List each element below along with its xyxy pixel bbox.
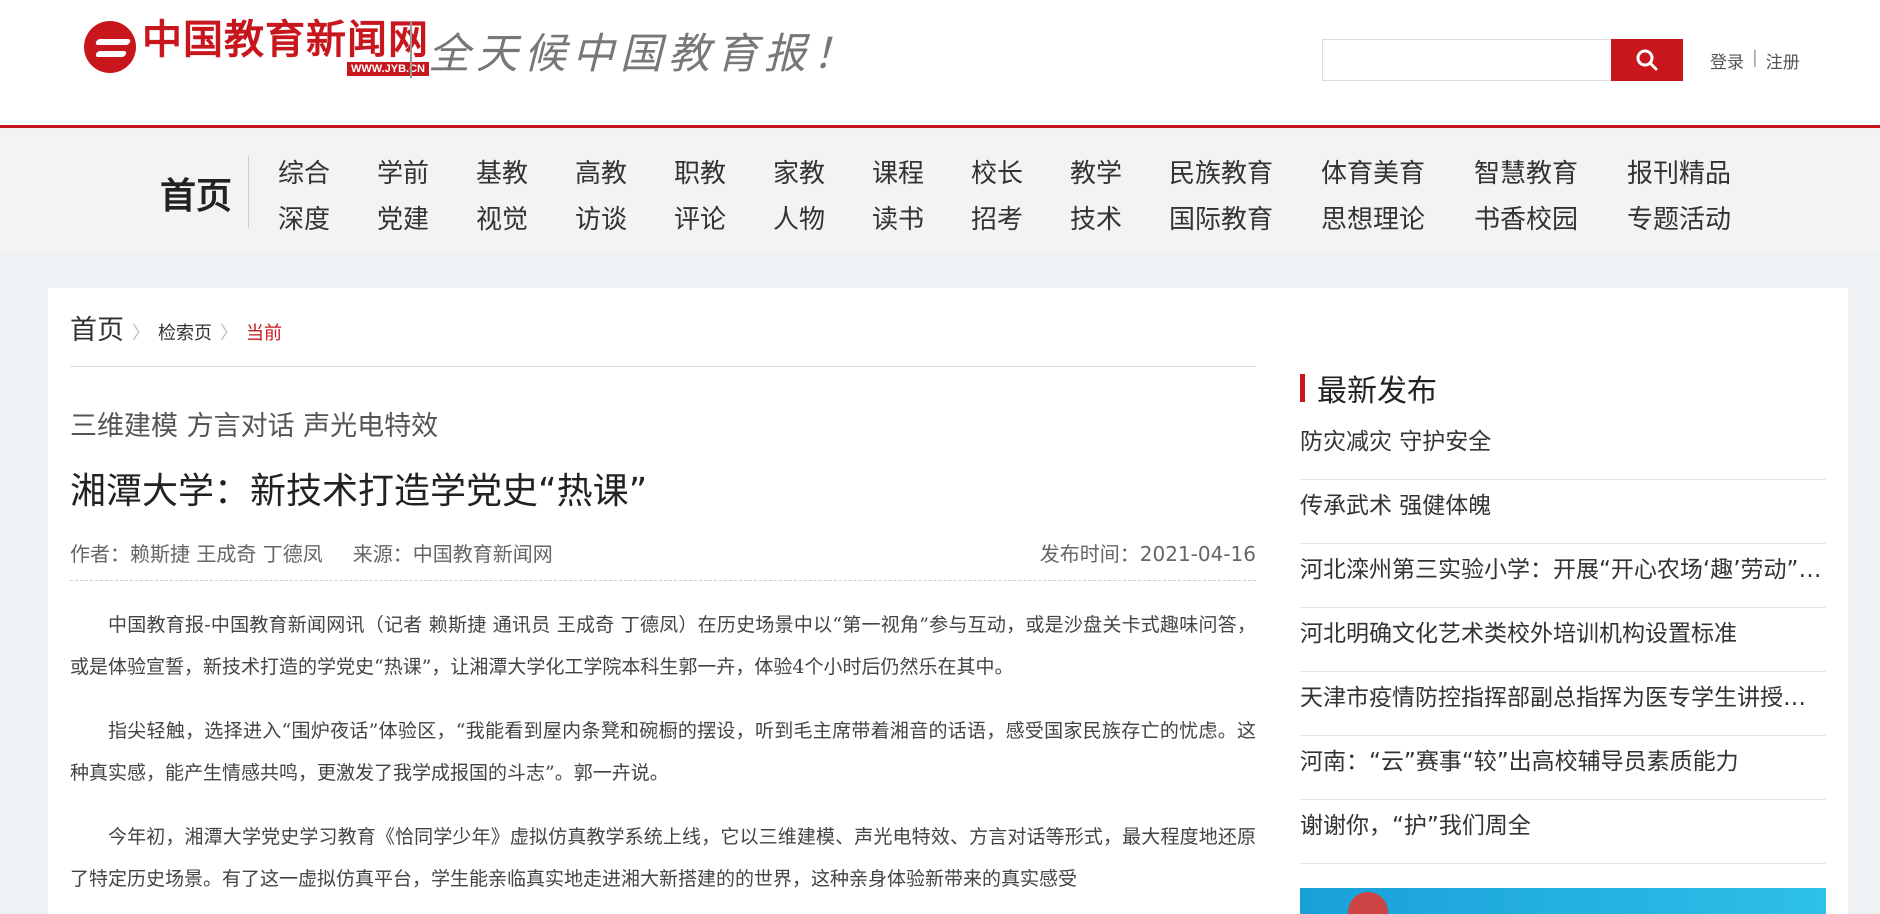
logo-url: WWW.JYB.CN — [347, 62, 429, 76]
nav-link-zonghe[interactable]: 综合 — [278, 151, 377, 197]
nav-link-guoji[interactable]: 国际教育 — [1169, 197, 1321, 243]
nav-link-shendu[interactable]: 深度 — [278, 197, 377, 243]
list-item[interactable]: 传承武术 强健体魄 — [1300, 480, 1826, 544]
nav-link-jishu[interactable]: 技术 — [1070, 197, 1169, 243]
article-meta: 作者：赖斯捷 王成奇 丁德凤 来源：中国教育新闻网 — [70, 538, 553, 567]
breadcrumb-current: 当前 — [246, 323, 282, 344]
article-title: 湘潭大学：新技术打造学党史“热课” — [70, 471, 648, 512]
nav-link-dangjian[interactable]: 党建 — [377, 197, 476, 243]
nav-link-xueqian[interactable]: 学前 — [377, 151, 476, 197]
list-item[interactable]: 防灾减灾 守护安全 — [1300, 416, 1826, 480]
nav-link-tiyu[interactable]: 体育美育 — [1321, 151, 1474, 197]
nav-link-zhijiao[interactable]: 职教 — [674, 151, 773, 197]
logo-mark-icon — [84, 21, 136, 73]
logo-text: 中国教育新闻网 WWW.JYB.CN — [142, 18, 429, 76]
nav-link-zhuanti[interactable]: 专题活动 — [1627, 197, 1757, 243]
search-box — [1322, 39, 1683, 81]
article-body: 中国教育报-中国教育新闻网讯（记者 赖斯捷 通讯员 王成奇 丁德凤）在历史场景中… — [70, 604, 1256, 914]
breadcrumb: 首页 〉 检索页 〉 当前 — [70, 308, 282, 347]
sidebar-image[interactable] — [1300, 888, 1826, 914]
nav-link-jiaoxue[interactable]: 教学 — [1070, 151, 1169, 197]
nav-link-jiajiao[interactable]: 家教 — [773, 151, 872, 197]
article-paragraph: 中国教育报-中国教育新闻网讯（记者 赖斯捷 通讯员 王成奇 丁德凤）在历史场景中… — [70, 614, 1256, 678]
nav-link-baokan[interactable]: 报刊精品 — [1627, 151, 1757, 197]
sidebar-accent-bar — [1300, 374, 1305, 402]
header-slogan: 全天候中国教育报！ — [428, 29, 861, 78]
article-subtitle: 三维建模 方言对话 声光电特效 — [70, 411, 439, 442]
nav-link-renwu[interactable]: 人物 — [773, 197, 872, 243]
list-item[interactable]: 河南：“云”赛事“较”出高校辅导员素质能力 — [1300, 736, 1826, 800]
list-item[interactable]: 河北明确文化艺术类校外培训机构设置标准 — [1300, 608, 1826, 672]
article-paragraph: 今年初，湘潭大学党史学习教育《恰同学少年》虚拟仿真教学系统上线，它以三维建模、声… — [70, 826, 1256, 890]
meta-divider — [70, 580, 1256, 581]
login-link[interactable]: 登录 — [1710, 48, 1744, 73]
nav-link-sixiang[interactable]: 思想理论 — [1321, 197, 1474, 243]
nav-link-zhaokao[interactable]: 招考 — [971, 197, 1070, 243]
nav-link-minzu[interactable]: 民族教育 — [1169, 151, 1321, 197]
register-link[interactable]: 注册 — [1766, 48, 1800, 73]
nav-link-pinglun[interactable]: 评论 — [674, 197, 773, 243]
breadcrumb-chevron-icon: 〉 — [220, 323, 238, 344]
search-icon — [1636, 49, 1658, 71]
nav-link-kecheng[interactable]: 课程 — [872, 151, 971, 197]
nav-link-gaojiao[interactable]: 高教 — [575, 151, 674, 197]
nav-link-zhihui[interactable]: 智慧教育 — [1474, 151, 1627, 197]
nav-link-jijiao[interactable]: 基教 — [476, 151, 575, 197]
search-input[interactable] — [1322, 39, 1611, 81]
list-item[interactable]: 谢谢你，“护”我们周全 — [1300, 800, 1826, 864]
nav-home-link[interactable]: 首页 — [160, 167, 232, 219]
site-header: 中国教育新闻网 WWW.JYB.CN 全天候中国教育报！ 登录 | 注册 — [0, 0, 1880, 128]
main-nav: 首页 综合 学前 基教 高教 职教 家教 课程 校长 教学 民族教育 体育美育 … — [0, 131, 1880, 252]
search-button[interactable] — [1611, 39, 1683, 81]
article-paragraph: 指尖轻触，选择进入“围炉夜话”体验区，“我能看到屋内条凳和碗橱的摆设，听到毛主席… — [70, 720, 1256, 784]
nav-link-shijue[interactable]: 视觉 — [476, 197, 575, 243]
sidebar-title: 最新发布 — [1317, 374, 1437, 409]
article-pubtime: 发布时间：2021-04-16 — [1039, 542, 1256, 566]
latest-news-list: 防灾减灾 守护安全 传承武术 强健体魄 河北滦州第三实验小学：开展“开心农场‘趣… — [1300, 416, 1826, 864]
nav-link-xiaozhang[interactable]: 校长 — [971, 151, 1070, 197]
nav-link-fangtan[interactable]: 访谈 — [575, 197, 674, 243]
breadcrumb-divider — [70, 366, 1256, 367]
sidebar-header: 最新发布 — [1300, 366, 1437, 410]
article-author: 作者：赖斯捷 王成奇 丁德凤 — [70, 542, 323, 566]
nav-divider — [248, 156, 249, 228]
breadcrumb-home[interactable]: 首页 — [70, 308, 124, 347]
auth-links: 登录 | 注册 — [1710, 48, 1800, 73]
nav-link-shuxiang[interactable]: 书香校园 — [1474, 197, 1627, 243]
logo-name: 中国教育新闻网 — [142, 16, 429, 63]
list-item[interactable]: 河北滦州第三实验小学：开展“开心农场‘趣’劳动”活动 — [1300, 544, 1826, 608]
site-logo[interactable]: 中国教育新闻网 WWW.JYB.CN — [84, 18, 429, 76]
auth-separator: | — [1752, 48, 1758, 68]
breadcrumb-search-page[interactable]: 检索页 — [158, 319, 212, 345]
article-source: 来源：中国教育新闻网 — [352, 542, 553, 566]
nav-grid: 综合 学前 基教 高教 职教 家教 课程 校长 教学 民族教育 体育美育 智慧教… — [278, 151, 1757, 243]
breadcrumb-chevron-icon: 〉 — [132, 323, 150, 344]
header-divider — [410, 22, 412, 78]
nav-link-dushu[interactable]: 读书 — [872, 197, 971, 243]
list-item[interactable]: 天津市疫情防控指挥部副总指挥为医专学生讲授思政课 — [1300, 672, 1826, 736]
